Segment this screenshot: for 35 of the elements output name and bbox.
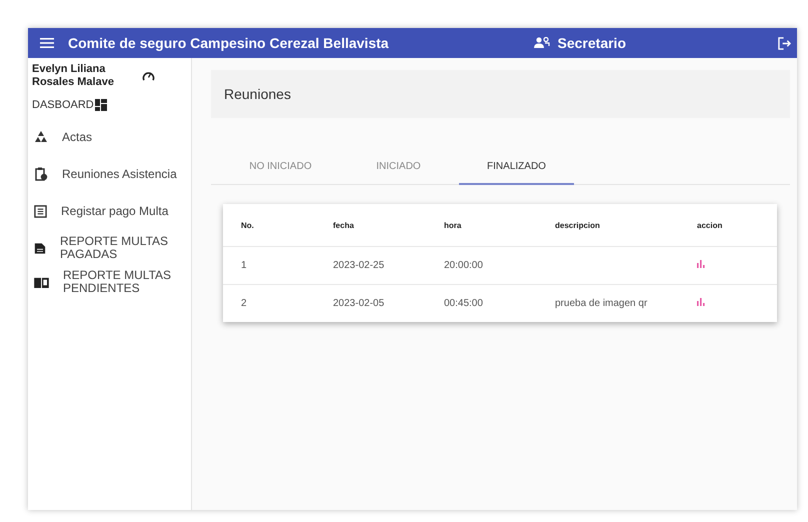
speedometer-icon[interactable] bbox=[142, 70, 155, 82]
user-name: Evelyn Liliana Rosales Malave bbox=[32, 63, 115, 89]
nav-item[interactable]: Registar pago Multa bbox=[32, 197, 187, 225]
column-header: hora bbox=[444, 220, 462, 230]
table-cell: 2 bbox=[241, 298, 247, 309]
users-icon bbox=[534, 37, 550, 49]
table-cell: 2023-02-05 bbox=[333, 298, 384, 309]
column-header: fecha bbox=[333, 220, 355, 230]
dashboard-icon bbox=[94, 99, 107, 111]
column-header: accion bbox=[697, 220, 724, 230]
column-header: No. bbox=[240, 220, 255, 230]
clipboard-clock-icon bbox=[34, 167, 48, 181]
nav-item[interactable]: REPORTE MULTAS PAGADAS bbox=[32, 234, 187, 262]
page-title: Reuniones bbox=[224, 86, 291, 102]
dashboard-link[interactable]: DASBOARD bbox=[32, 99, 94, 111]
bar-chart-icon[interactable] bbox=[697, 298, 707, 306]
book-icon bbox=[34, 276, 49, 288]
nav-item[interactable]: REPORTE MULTAS PENDIENTES bbox=[32, 268, 187, 296]
role-label: Secretario bbox=[558, 35, 626, 51]
column-header: descripcion bbox=[555, 220, 601, 230]
table-cell: 00:45:00 bbox=[444, 298, 483, 309]
tab[interactable]: NO INICIADO bbox=[223, 150, 338, 185]
table-cell: 1 bbox=[241, 260, 247, 271]
table-cell: 20:00:00 bbox=[444, 260, 483, 271]
tab[interactable]: FINALIZADO bbox=[459, 150, 574, 185]
logout-icon[interactable] bbox=[778, 36, 791, 50]
nav-item[interactable]: Reuniones Asistencia bbox=[32, 160, 187, 188]
table-cell: prueba de imagen qr bbox=[555, 298, 648, 309]
menu-icon[interactable] bbox=[40, 38, 54, 48]
document-icon bbox=[34, 242, 46, 254]
list-icon bbox=[34, 204, 47, 218]
table-cell: 2023-02-25 bbox=[333, 260, 384, 271]
nav-item[interactable]: Actas bbox=[32, 123, 187, 151]
app-title: Comite de seguro Campesino Cerezal Bellavista bbox=[68, 35, 390, 51]
bar-chart-icon[interactable] bbox=[697, 260, 707, 268]
